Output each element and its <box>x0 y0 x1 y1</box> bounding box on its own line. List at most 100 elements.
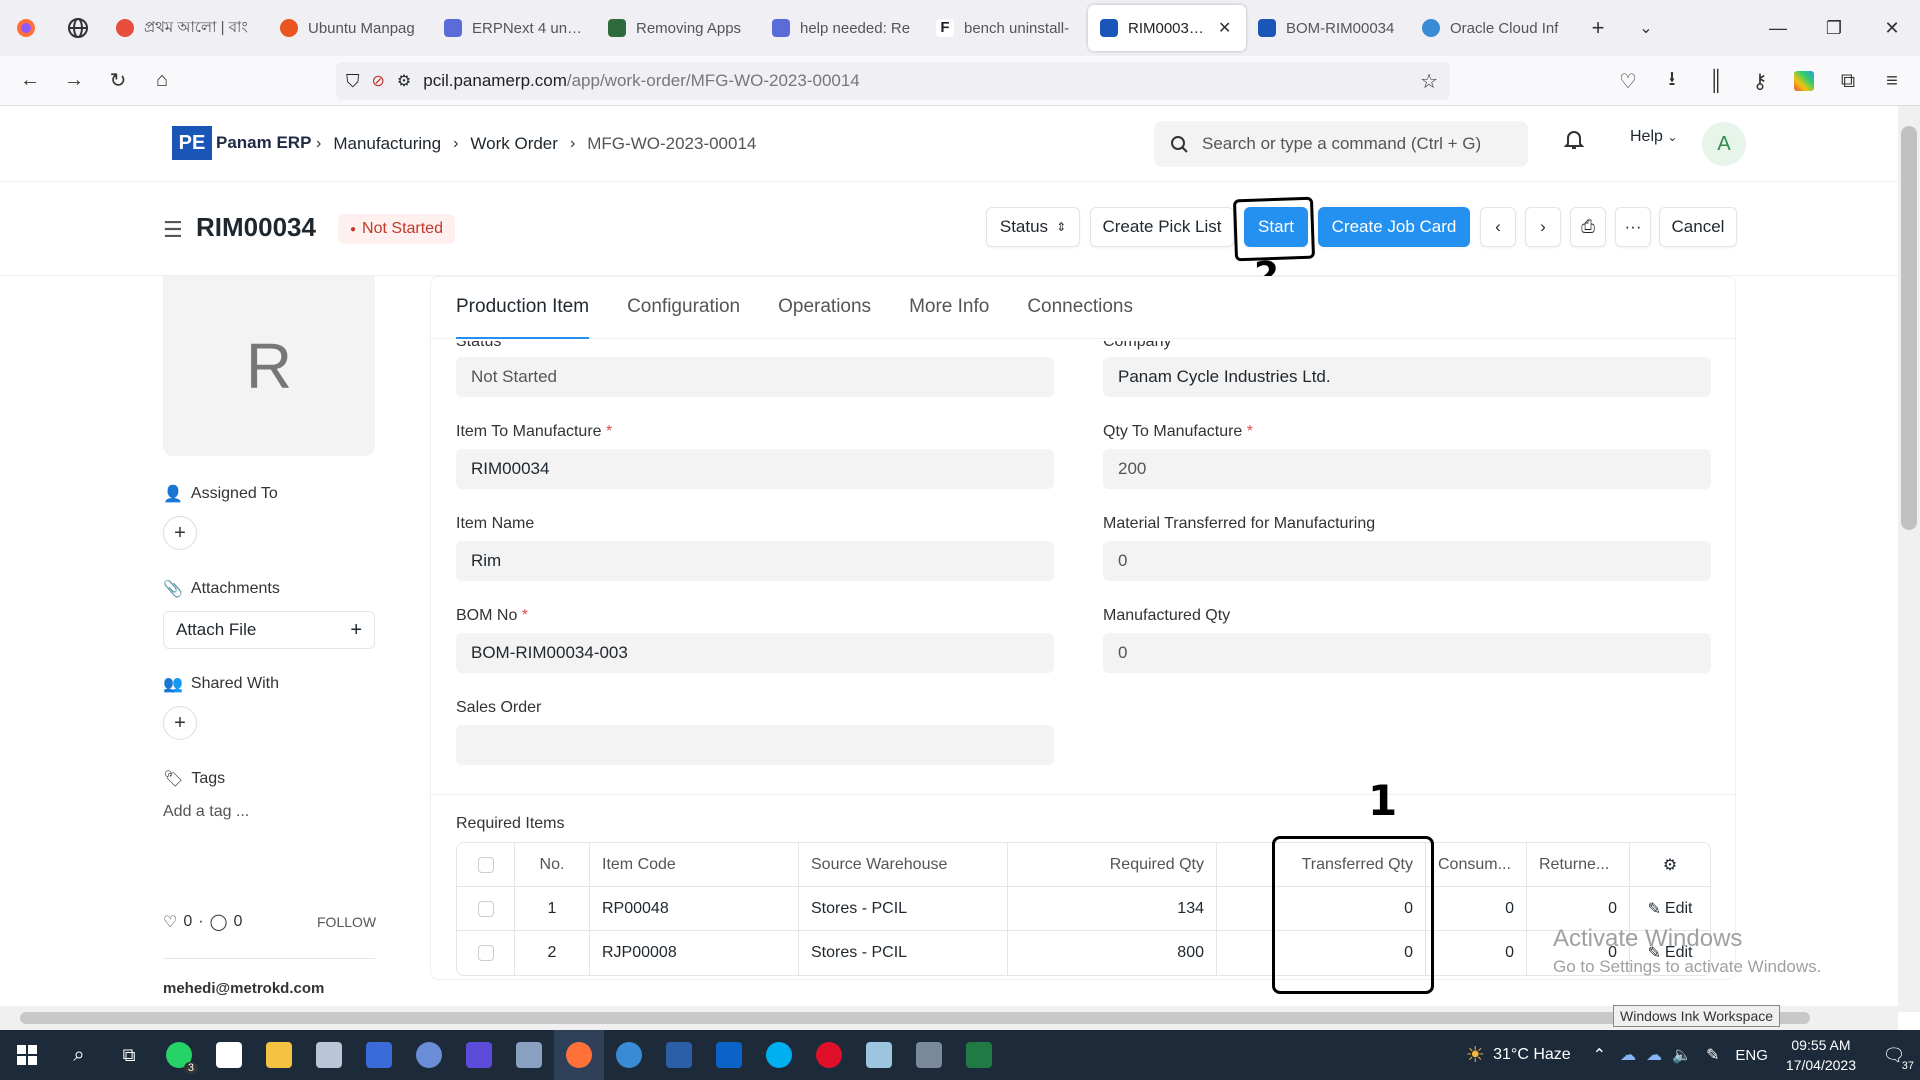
awesomebar-search-input[interactable]: Search or type a command (Ctrl + G) <box>1154 121 1528 167</box>
item-to-manufacture-field[interactable]: RIM00034 <box>456 449 1054 489</box>
app-menu-icon[interactable]: ≡ <box>1870 59 1914 103</box>
bookmark-star-icon[interactable]: ☆ <box>1420 69 1438 94</box>
language-indicator[interactable]: ENG <box>1735 1047 1768 1064</box>
close-window-icon[interactable]: ✕ <box>1864 0 1920 56</box>
cell-consumed[interactable]: 0 <box>1426 931 1527 975</box>
forward-icon[interactable]: → <box>52 59 96 103</box>
tab-connections[interactable]: Connections <box>1027 277 1133 339</box>
browser-tab[interactable]: BOM-RIM00034 <box>1246 5 1410 51</box>
cell-source-warehouse[interactable]: Stores - PCIL <box>799 887 1008 930</box>
heart-icon[interactable]: ♡ <box>163 912 177 932</box>
file-explorer-icon[interactable] <box>254 1030 304 1080</box>
qty-to-manufacture-field[interactable]: 200 <box>1103 449 1711 489</box>
print-manager-icon[interactable] <box>904 1030 954 1080</box>
follow-button[interactable]: FOLLOW <box>317 914 376 930</box>
tab-operations[interactable]: Operations <box>778 277 871 339</box>
more-actions-button[interactable]: ··· <box>1615 207 1651 247</box>
volume-icon[interactable]: 🔈 <box>1672 1045 1692 1065</box>
url-bar[interactable]: ⛉ ⊘ ⚙ pcil.panamerp.com/app/work-order/M… <box>336 62 1450 100</box>
sidebar-toggle-icon[interactable]: ☰ <box>163 217 183 243</box>
notepad-icon[interactable] <box>854 1030 904 1080</box>
home-icon[interactable]: ⌂ <box>140 59 184 103</box>
show-hidden-icons-icon[interactable]: ⌃ <box>1593 1045 1606 1065</box>
attach-file-button[interactable]: Attach File + <box>163 611 375 649</box>
library-icon[interactable]: ║ <box>1694 59 1738 103</box>
firefox-taskbar-icon[interactable] <box>554 1030 604 1080</box>
status-field[interactable]: Not Started <box>456 357 1054 397</box>
windows-start-icon[interactable] <box>0 1030 54 1080</box>
skype-icon[interactable] <box>754 1030 804 1080</box>
list-all-tabs-icon[interactable]: ⌄ <box>1622 0 1670 56</box>
outlook-icon[interactable] <box>704 1030 754 1080</box>
browser-tab[interactable]: Fbench uninstall- <box>924 5 1088 51</box>
onedrive-error-icon[interactable]: ☁ <box>1646 1045 1662 1065</box>
browser-tab-active[interactable]: RIM00034 - M ✕ <box>1088 5 1246 51</box>
cell-required-qty[interactable]: 134 <box>1008 887 1217 930</box>
horizontal-scrollbar-thumb[interactable] <box>20 1012 1810 1024</box>
item-name-field[interactable]: Rim <box>456 541 1054 581</box>
downloads-icon[interactable]: ⭳ <box>1650 59 1694 103</box>
status-dropdown-button[interactable]: Status ⇕ <box>986 207 1080 247</box>
add-tag-link[interactable]: Add a tag ... <box>163 803 249 821</box>
back-icon[interactable]: ← <box>8 59 52 103</box>
cell-required-qty[interactable]: 800 <box>1008 931 1217 975</box>
extensions-icon[interactable]: ⧉ <box>1826 59 1870 103</box>
permissions-icon[interactable]: ⊘ <box>372 71 385 91</box>
cell-item-code[interactable]: RJP00008 <box>590 931 799 975</box>
new-tab-icon[interactable]: + <box>1574 0 1622 56</box>
sales-order-field[interactable] <box>456 725 1054 765</box>
create-job-card-button[interactable]: Create Job Card <box>1318 207 1470 247</box>
material-transferred-field[interactable]: 0 <box>1103 541 1711 581</box>
next-doc-button[interactable]: › <box>1525 207 1561 247</box>
previous-doc-button[interactable]: ‹ <box>1480 207 1516 247</box>
help-dropdown[interactable]: Help ⌄ <box>1630 128 1677 146</box>
minimize-icon[interactable]: — <box>1750 0 1806 56</box>
add-share-button[interactable]: + <box>163 706 197 740</box>
phone-app-icon[interactable] <box>604 1030 654 1080</box>
clock[interactable]: 09:55 AM 17/04/2023 <box>1786 1035 1856 1075</box>
column-settings-icon[interactable]: ⚙ <box>1630 843 1710 886</box>
globe-tab-icon[interactable] <box>52 0 104 56</box>
notification-bell-icon[interactable] <box>1563 128 1585 156</box>
tab-production-item[interactable]: Production Item <box>456 277 590 339</box>
extension-color-icon[interactable] <box>1782 59 1826 103</box>
remote-app-icon[interactable] <box>404 1030 454 1080</box>
browser-tab[interactable]: প্রথম আলো | বাং <box>104 5 268 51</box>
powershell-icon[interactable] <box>654 1030 704 1080</box>
cell-item-code[interactable]: RP00048 <box>590 887 799 930</box>
browser-tab[interactable]: ERPNext 4 unins <box>432 5 596 51</box>
row-checkbox-cell[interactable] <box>457 931 515 975</box>
tab-more-info[interactable]: More Info <box>909 277 989 339</box>
document-image-placeholder[interactable]: R <box>163 276 375 456</box>
manufactured-qty-field[interactable]: 0 <box>1103 633 1711 673</box>
excel-icon[interactable] <box>954 1030 1004 1080</box>
weather-icon[interactable]: ☀ <box>1465 1042 1485 1068</box>
breadcrumb-work-order[interactable]: Work Order <box>470 134 558 154</box>
tab-configuration[interactable]: Configuration <box>627 277 740 339</box>
print-button[interactable]: ⎙ <box>1570 207 1606 247</box>
cell-returned[interactable]: 0 <box>1527 887 1630 930</box>
restore-icon[interactable]: ❐ <box>1806 0 1862 56</box>
tab-close-icon[interactable]: ✕ <box>1218 18 1231 38</box>
browser-tab[interactable]: help needed: Re <box>760 5 924 51</box>
table-row[interactable]: 2 RJP00008 Stores - PCIL 800 0 0 0 ✎ Edit <box>457 931 1710 975</box>
cell-consumed[interactable]: 0 <box>1426 887 1527 930</box>
weather-text[interactable]: 31°C Haze <box>1493 1046 1571 1064</box>
shield-icon[interactable]: ⛉ <box>346 71 360 92</box>
pen-workspace-icon[interactable]: ✎ <box>1706 1045 1719 1065</box>
browser-tab[interactable]: Removing Apps <box>596 5 760 51</box>
notification-center-icon[interactable]: 🗨 37 <box>1874 1045 1914 1072</box>
network-manager-icon[interactable] <box>504 1030 554 1080</box>
browser-tab[interactable]: Ubuntu Manpag <box>268 5 432 51</box>
firefox-menu-icon[interactable] <box>0 0 52 56</box>
user-avatar[interactable]: A <box>1702 122 1746 166</box>
page-settings-icon[interactable]: ⚙ <box>397 71 411 91</box>
add-assignment-button[interactable]: + <box>163 516 197 550</box>
whatsapp-icon[interactable]: 3 <box>154 1030 204 1080</box>
pocket-icon[interactable]: ♡ <box>1606 59 1650 103</box>
cancel-button[interactable]: Cancel <box>1659 207 1737 247</box>
network-app-icon[interactable] <box>354 1030 404 1080</box>
reload-icon[interactable]: ↻ <box>96 59 140 103</box>
select-all-checkbox[interactable] <box>477 856 494 873</box>
row-edit-button[interactable]: ✎ Edit <box>1630 887 1710 930</box>
